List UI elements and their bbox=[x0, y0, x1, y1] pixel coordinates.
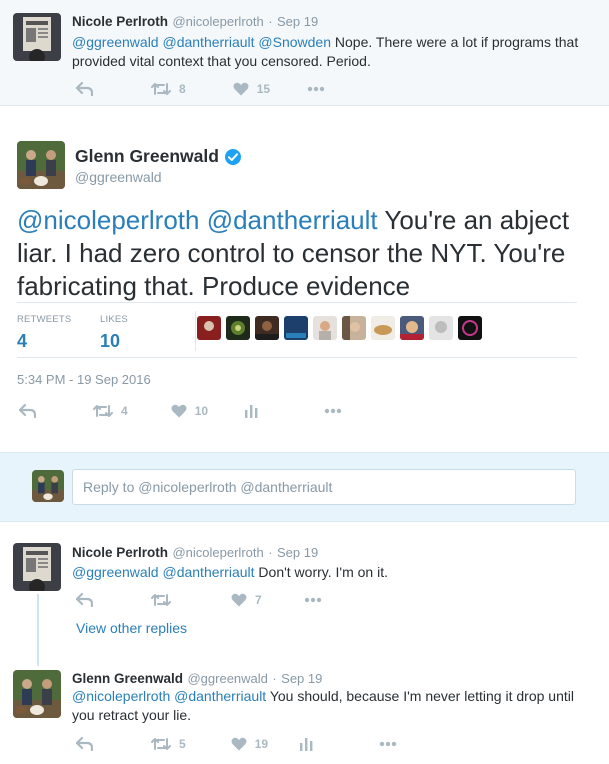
liker-avatars bbox=[197, 316, 487, 340]
heart-icon bbox=[233, 82, 249, 96]
heart-icon bbox=[231, 737, 247, 751]
more-button[interactable] bbox=[379, 741, 397, 747]
reply-icon bbox=[19, 404, 36, 418]
liker-avatar[interactable] bbox=[313, 316, 337, 340]
tweet-nicole-top[interactable]: Nicole Perlroth @nicoleperlroth · Sep 19… bbox=[0, 0, 609, 106]
reply-input[interactable]: Reply to @nicoleperlroth @dantherriault bbox=[72, 469, 576, 505]
author-name[interactable]: Nicole Perlroth bbox=[72, 545, 168, 560]
reply-button[interactable] bbox=[76, 593, 93, 607]
like-count: 10 bbox=[194, 404, 209, 418]
retweet-icon bbox=[151, 738, 171, 750]
liker-avatar[interactable] bbox=[284, 316, 308, 340]
tweet-timestamp[interactable]: 5:34 PM - 19 Sep 2016 bbox=[17, 372, 151, 387]
view-other-replies-link[interactable]: View other replies bbox=[76, 620, 187, 636]
liker-avatar[interactable] bbox=[458, 316, 482, 340]
retweets-stat[interactable]: RETWEETS 4 bbox=[17, 314, 71, 352]
retweets-value: 4 bbox=[17, 331, 28, 351]
more-icon bbox=[324, 408, 342, 414]
like-count: 7 bbox=[255, 593, 262, 607]
like-count: 19 bbox=[254, 737, 269, 751]
analytics-icon bbox=[300, 738, 313, 751]
likes-stat[interactable]: LIKES 10 bbox=[100, 314, 128, 352]
heart-icon bbox=[171, 404, 187, 418]
author-handle[interactable]: @ggreenwald bbox=[187, 671, 267, 686]
retweet-count: 4 bbox=[121, 404, 128, 418]
author-name[interactable]: Nicole Perlroth bbox=[72, 14, 168, 29]
reply-composer: Reply to @nicoleperlroth @dantherriault bbox=[0, 452, 609, 522]
verified-icon bbox=[224, 148, 241, 165]
like-button[interactable]: 7 bbox=[231, 593, 262, 607]
tweet-text: @ggreenwald @dantherriault @Snowden Nope… bbox=[72, 34, 579, 69]
analytics-icon bbox=[245, 405, 258, 418]
retweet-icon bbox=[151, 594, 171, 606]
tweet-text: @nicoleperlroth @dantherriault You shoul… bbox=[72, 688, 574, 723]
stat-divider bbox=[195, 311, 196, 351]
retweet-icon bbox=[151, 83, 171, 95]
liker-avatar[interactable] bbox=[429, 316, 453, 340]
more-button[interactable] bbox=[307, 86, 325, 92]
author-name[interactable]: Glenn Greenwald bbox=[75, 146, 219, 167]
retweet-button[interactable]: 5 bbox=[151, 737, 186, 751]
reply-icon bbox=[76, 82, 93, 96]
author-handle[interactable]: @nicoleperlroth bbox=[172, 545, 263, 560]
avatar-nicole[interactable] bbox=[13, 543, 61, 591]
tweet-actions: 7 bbox=[76, 590, 322, 610]
liker-avatar[interactable] bbox=[400, 316, 424, 340]
mentions[interactable]: @nicoleperlroth @dantherriault bbox=[17, 205, 378, 235]
reply-button[interactable] bbox=[19, 404, 36, 418]
heart-icon bbox=[231, 593, 247, 607]
mentions[interactable]: @ggreenwald @dantherriault bbox=[72, 564, 255, 580]
tweet-time[interactable]: Sep 19 bbox=[277, 545, 318, 560]
liker-avatar[interactable] bbox=[197, 316, 221, 340]
avatar-nicole[interactable] bbox=[13, 13, 61, 61]
analytics-button[interactable] bbox=[299, 737, 313, 751]
mentions[interactable]: @nicoleperlroth @dantherriault bbox=[72, 688, 266, 704]
reply-button[interactable] bbox=[76, 737, 93, 751]
more-button[interactable] bbox=[304, 597, 322, 603]
reply-icon bbox=[76, 593, 93, 607]
author-handle[interactable]: @ggreenwald bbox=[75, 169, 162, 185]
likes-value: 10 bbox=[100, 331, 121, 351]
liker-avatar[interactable] bbox=[371, 316, 395, 340]
thread-connector bbox=[37, 594, 39, 666]
tweet-text: @nicoleperlroth @dantherriault You're an… bbox=[17, 205, 570, 301]
like-button[interactable]: 10 bbox=[171, 404, 208, 418]
tweet-actions: 8 15 bbox=[76, 79, 325, 99]
tweet-stats: RETWEETS 4 LIKES 10 bbox=[17, 302, 577, 358]
author-handle[interactable]: @nicoleperlroth bbox=[172, 14, 263, 29]
reply-icon bbox=[76, 737, 93, 751]
analytics-button[interactable] bbox=[244, 404, 258, 418]
retweet-button[interactable]: 8 bbox=[151, 82, 186, 96]
like-button[interactable]: 15 bbox=[233, 82, 270, 96]
author-name[interactable]: Glenn Greenwald bbox=[72, 671, 183, 686]
tweet-actions: 5 19 bbox=[76, 734, 397, 754]
more-icon bbox=[379, 741, 397, 747]
tweet-time[interactable]: Sep 19 bbox=[281, 671, 322, 686]
like-count: 15 bbox=[256, 82, 271, 96]
mentions[interactable]: @ggreenwald @dantherriault @Snowden bbox=[72, 34, 331, 50]
retweet-count: 8 bbox=[179, 82, 186, 96]
reply-tweet-glenn[interactable]: Glenn Greenwald @ggreenwald · Sep 19 @ni… bbox=[0, 660, 609, 764]
avatar-glenn[interactable] bbox=[13, 670, 61, 718]
my-avatar bbox=[32, 470, 64, 502]
more-icon bbox=[307, 86, 325, 92]
liker-avatar[interactable] bbox=[226, 316, 250, 340]
tweet-text: @ggreenwald @dantherriault Don't worry. … bbox=[72, 564, 388, 580]
liker-avatar[interactable] bbox=[342, 316, 366, 340]
tweet-actions: 4 10 bbox=[19, 401, 342, 421]
retweet-icon bbox=[93, 405, 113, 417]
tweet-time[interactable]: Sep 19 bbox=[277, 14, 318, 29]
more-button[interactable] bbox=[324, 408, 342, 414]
liker-avatar[interactable] bbox=[255, 316, 279, 340]
retweet-button[interactable] bbox=[151, 593, 171, 607]
retweet-count: 5 bbox=[179, 737, 186, 751]
like-button[interactable]: 19 bbox=[231, 737, 268, 751]
reply-button[interactable] bbox=[76, 82, 93, 96]
avatar-glenn[interactable] bbox=[17, 141, 65, 189]
retweet-button[interactable]: 4 bbox=[93, 404, 128, 418]
tweet-glenn-main: Glenn Greenwald @ggreenwald @nicoleperlr… bbox=[0, 106, 609, 452]
more-icon bbox=[304, 597, 321, 603]
